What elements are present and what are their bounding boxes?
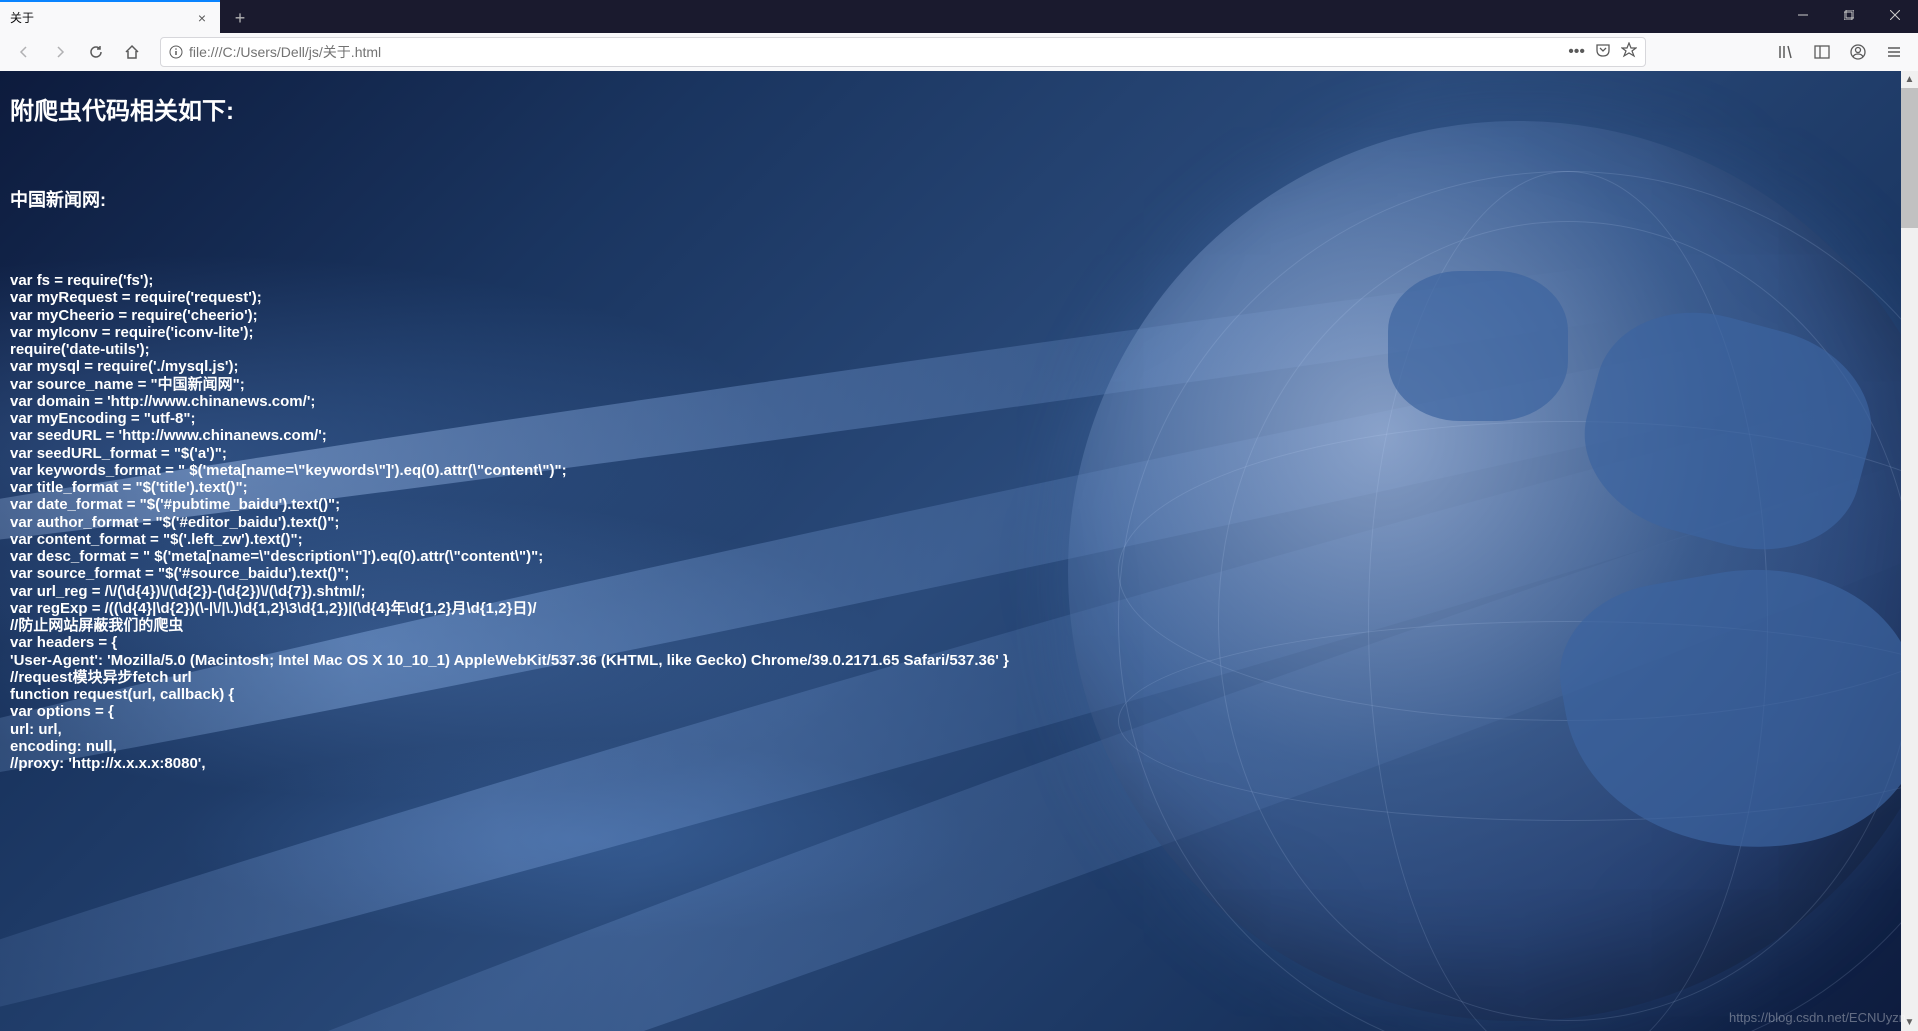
browser-tab[interactable]: 关于 × [0, 0, 220, 33]
url-text: file:///C:/Users/Dell/js/关于.html [189, 42, 1562, 62]
page-actions-icon[interactable]: ••• [1568, 43, 1585, 61]
minimize-button[interactable] [1780, 0, 1826, 30]
content-text: 附爬虫代码相关如下: 中国新闻网: var fs = require('fs')… [0, 71, 1918, 792]
code-block: var fs = require('fs'); var myRequest = … [10, 272, 1908, 772]
sub-heading: 中国新闻网: [10, 186, 1908, 212]
account-icon[interactable] [1842, 36, 1874, 68]
bookmark-icon[interactable] [1621, 42, 1637, 63]
home-button[interactable] [116, 36, 148, 68]
page-content: 附爬虫代码相关如下: 中国新闻网: var fs = require('fs')… [0, 71, 1918, 1031]
library-icon[interactable] [1770, 36, 1802, 68]
tab-bar: 关于 × + [0, 0, 1918, 33]
url-bar[interactable]: file:///C:/Users/Dell/js/关于.html ••• [160, 37, 1646, 67]
watermark: https://blog.csdn.net/ECNUyzn [1729, 1010, 1906, 1025]
pocket-icon[interactable] [1595, 42, 1611, 63]
tab-title: 关于 [10, 9, 194, 26]
new-tab-button[interactable]: + [225, 3, 255, 33]
main-heading: 附爬虫代码相关如下: [10, 91, 1908, 126]
info-icon[interactable] [169, 45, 183, 59]
menu-icon[interactable] [1878, 36, 1910, 68]
window-controls [1780, 0, 1918, 30]
browser-chrome: 关于 × + [0, 0, 1918, 71]
back-button[interactable] [8, 36, 40, 68]
reload-button[interactable] [80, 36, 112, 68]
nav-bar: file:///C:/Users/Dell/js/关于.html ••• [0, 33, 1918, 71]
close-icon[interactable]: × [194, 10, 210, 26]
sidebar-icon[interactable] [1806, 36, 1838, 68]
close-window-button[interactable] [1872, 0, 1918, 30]
toolbar-right [1770, 36, 1910, 68]
forward-button[interactable] [44, 36, 76, 68]
url-actions: ••• [1568, 42, 1637, 63]
maximize-button[interactable] [1826, 0, 1872, 30]
